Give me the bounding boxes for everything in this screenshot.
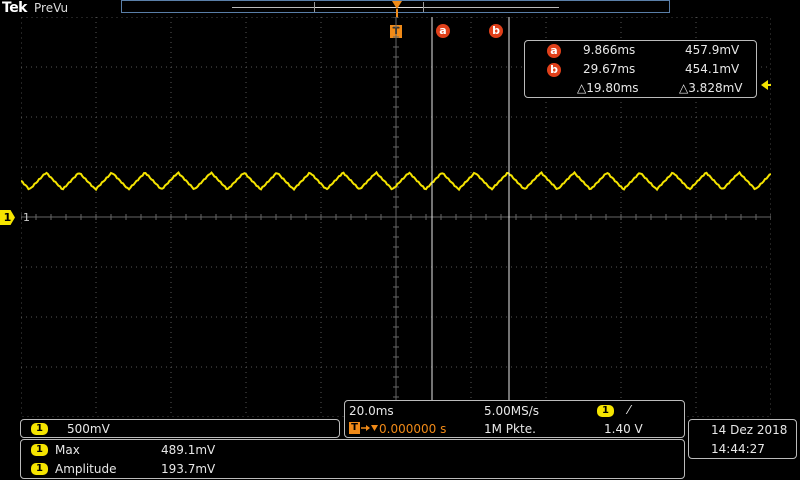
measurement-value: 489.1mV xyxy=(161,443,216,457)
trigger-slope-icon: ⁄ xyxy=(628,403,631,417)
measurements-panel[interactable]: 1 Max 489.1mV 1 Amplitude 193.7mV xyxy=(20,439,685,479)
tek-logo: Tek xyxy=(2,0,28,16)
record-length: 1M Pkte. xyxy=(484,422,536,436)
acquisition-mode-label: PreVu xyxy=(34,1,69,15)
time-display: 14:44:27 xyxy=(711,442,765,456)
cursor-b-value: 454.1mV xyxy=(685,62,740,76)
channel-1-scale-panel[interactable]: 1 500mV xyxy=(20,419,340,438)
horizontal-scale: 20.0ms xyxy=(349,404,394,418)
measurement-value: 193.7mV xyxy=(161,462,216,476)
cursor-delta-time: △19.80ms xyxy=(577,81,639,95)
record-view-window xyxy=(315,7,423,8)
trigger-source-badge: 1 xyxy=(597,405,614,417)
cursor-a-time: 9.866ms xyxy=(583,43,636,57)
datetime-panel[interactable]: 14 Dez 2018 14:44:27 xyxy=(688,419,797,459)
horizontal-position: 0.000000 s xyxy=(379,422,447,436)
channel-1-badge: 1 xyxy=(31,423,48,435)
channel-1-scale: 500mV xyxy=(67,422,110,436)
cursor-a-value: 457.9mV xyxy=(685,43,740,57)
trigger-level: 1.40 V xyxy=(604,422,643,436)
channel-1-grid-label: 1 xyxy=(23,211,30,224)
trigger-arrow-icon xyxy=(361,422,379,437)
measurement-channel-badge: 1 xyxy=(31,463,48,475)
measurement-name: Amplitude xyxy=(55,462,117,476)
measurement-channel-badge: 1 xyxy=(31,444,48,456)
cursor-b-time: 29.67ms xyxy=(583,62,636,76)
trigger-position-icon: T xyxy=(349,422,360,434)
cursor-b-readout-badge: b xyxy=(547,63,561,77)
cursor-a-readout-badge: a xyxy=(547,44,561,58)
cursor-delta-value: △3.828mV xyxy=(679,81,743,95)
channel-1-ground-marker[interactable]: 1 xyxy=(0,210,15,225)
sample-rate: 5.00MS/s xyxy=(484,404,539,418)
trigger-position-pointer[interactable] xyxy=(391,0,403,18)
measurement-name: Max xyxy=(55,443,80,457)
record-view-line-left xyxy=(232,7,314,8)
cursor-readout-panel: a 9.866ms 457.9mV b 29.67ms 454.1mV △19.… xyxy=(524,40,757,98)
cursor-level-arrow-icon xyxy=(761,75,771,90)
date-display: 14 Dez 2018 xyxy=(711,423,788,437)
record-view-line-right xyxy=(424,7,559,8)
timebase-trigger-panel[interactable]: 20.0ms 5.00MS/s 1 ⁄ T 0.000000 s 1M Pkte… xyxy=(344,400,685,438)
